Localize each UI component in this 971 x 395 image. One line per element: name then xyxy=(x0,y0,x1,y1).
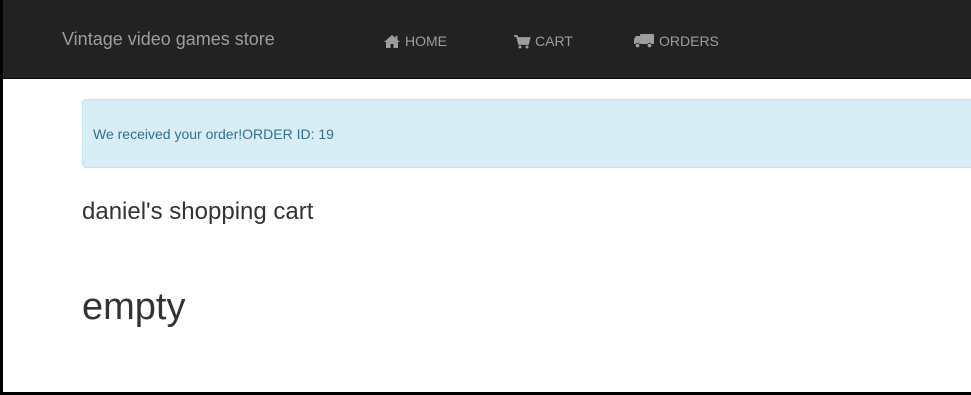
page-frame: Vintage video games store HOME CART ORDE… xyxy=(0,0,971,395)
nav-item-label: ORDERS xyxy=(659,33,719,49)
nav-item-label: CART xyxy=(535,33,573,49)
nav-item-home[interactable]: HOME xyxy=(383,32,447,50)
cart-icon xyxy=(513,34,531,49)
top-navbar: Vintage video games store HOME CART ORDE… xyxy=(3,0,971,79)
nav-item-orders[interactable]: ORDERS xyxy=(633,32,719,50)
alert-message: We received your order!ORDER ID: 19 xyxy=(93,125,334,142)
cart-title: daniel's shopping cart xyxy=(82,198,314,225)
nav-item-cart[interactable]: CART xyxy=(513,32,573,50)
home-icon xyxy=(383,34,401,49)
cart-empty-status: empty xyxy=(82,286,186,328)
brand-link[interactable]: Vintage video games store xyxy=(62,29,275,49)
nav-item-label: HOME xyxy=(405,33,447,49)
truck-icon xyxy=(633,33,655,49)
order-confirmation-alert: We received your order!ORDER ID: 19 xyxy=(82,99,971,168)
